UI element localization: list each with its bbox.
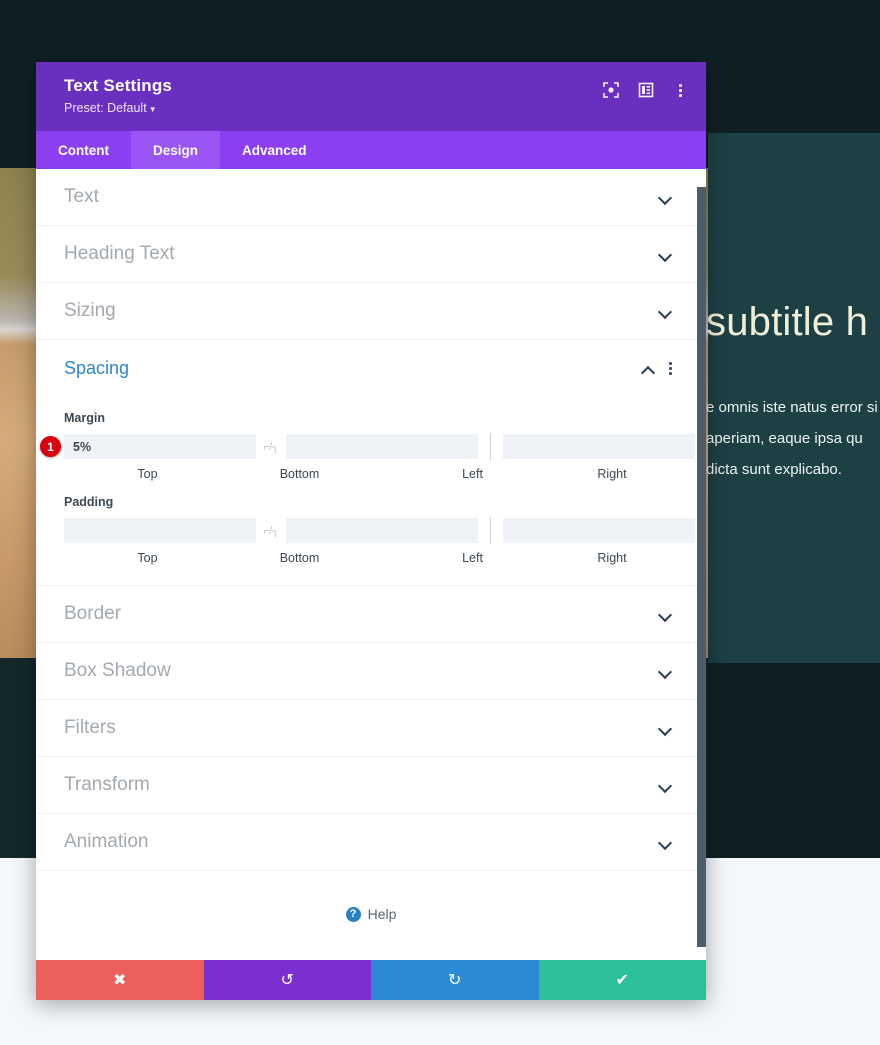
page-title: Text Settings [64,76,173,95]
undo-icon: ↺ [280,972,294,989]
margin-left-label: Left [462,467,483,481]
layout-icon[interactable] [638,82,654,98]
focus-icon[interactable] [603,82,620,99]
margin-label: Margin [64,411,105,425]
field-divider [490,517,491,544]
tab-design[interactable]: Design [131,131,221,169]
accordion-section-sizing[interactable]: Sizing [36,283,706,340]
bg-body-line: aperiam, eaque ipsa qu [706,430,863,447]
modal-header-actions [603,82,688,99]
cancel-button[interactable]: ✖ [36,960,204,1000]
padding-fields: ⌐/┐ ⌐/┐ [64,517,706,544]
accordion-section-animation[interactable]: Animation [36,814,706,871]
redo-button[interactable]: ↻ [371,960,539,1000]
label-gap [368,467,393,481]
accordion-section-box-shadow[interactable]: Box Shadow [36,643,706,700]
padding-left-label: Left [462,551,483,565]
padding-top-bottom-pair: ⌐/┐ [64,518,478,543]
redo-icon: ↻ [448,972,462,989]
chevron-down-icon: ▼ [148,105,157,114]
save-button[interactable]: ✔ [538,960,706,1000]
accordion-label: Heading Text [64,243,175,264]
chevron-down-icon[interactable] [659,667,672,675]
accordion-label: Animation [64,831,149,852]
help-label: Help [367,906,397,922]
accordion-label: Text [64,186,99,207]
bg-subtitle-heading: subtitle h [706,300,869,344]
modal-scrollbar[interactable] [697,169,706,960]
padding-bottom-input[interactable] [286,518,478,543]
modal-header: Text Settings Preset: Default ▼ [36,62,706,131]
margin-left-right-pair: ⌐/┐ [503,434,706,459]
accordion-label: Border [64,603,122,624]
padding-top-label: Top [137,551,158,565]
chevron-down-icon[interactable] [659,193,672,201]
check-icon: ✔ [615,972,629,989]
chevron-down-icon[interactable] [659,250,672,258]
accordion-section-heading-text[interactable]: Heading Text [36,226,706,283]
accordion-section-border[interactable]: Border [36,586,706,643]
close-icon: ✖ [113,972,127,989]
margin-bottom-input[interactable] [286,434,478,459]
margin-bottom-label: Bottom [279,467,320,481]
accordion-section-filters[interactable]: Filters [36,700,706,757]
accordion-section-transform[interactable]: Transform [36,757,706,814]
padding-field-labels: Top Bottom Left Right [64,551,672,565]
unlink-icon[interactable]: ⌐/┐ [256,525,286,537]
padding-bottom-label: Bottom [279,551,320,565]
bg-body-line: dicta sunt explicabo. [706,461,842,478]
padding-left-input[interactable] [503,518,695,543]
accordion-label: Sizing [64,300,116,321]
section-options-icon[interactable] [669,362,672,375]
chevron-down-icon[interactable] [659,724,672,732]
accordion-section-text[interactable]: Text [36,169,706,226]
margin-fields: 1 ⌐/┐ ⌐/┐ [40,433,706,460]
status-badge: 1 [40,436,61,457]
accordion-label: Filters [64,717,116,738]
chevron-down-icon[interactable] [659,307,672,315]
bg-body-text: e omnis iste natus error si aperiam, eaq… [706,392,880,485]
label-gap [368,551,393,565]
padding-top-input[interactable] [64,518,256,543]
accordion-label: Box Shadow [64,660,171,681]
scrollbar-thumb[interactable] [697,187,706,947]
bg-body-line: e omnis iste natus error si [706,399,878,416]
chevron-down-icon[interactable] [659,838,672,846]
margin-top-bottom-pair: ⌐/┐ [64,434,478,459]
preset-label: Preset: Default [64,101,147,115]
unlink-icon[interactable]: ⌐/┐ [256,441,286,453]
more-options-icon[interactable] [673,82,688,99]
modal-tabs: Content Design Advanced [36,131,706,169]
padding-left-right-pair: ⌐/┐ [503,518,706,543]
chevron-up-icon[interactable] [642,365,655,373]
modal-body: Text Heading Text Sizing Spacing Margin … [36,169,706,960]
padding-right-label: Right [597,551,627,565]
modal-footer: ✖ ↺ ↻ ✔ [36,960,706,1000]
margin-right-label: Right [597,467,627,481]
accordion-section-spacing[interactable]: Spacing [36,340,706,397]
accordion-label: Spacing [64,358,130,378]
tab-advanced[interactable]: Advanced [220,131,329,169]
help-icon: ? [345,906,361,922]
spacing-section-body: Margin 1 ⌐/┐ ⌐/┐ Top Bottom L [36,397,706,586]
accordion-label: Transform [64,774,150,795]
undo-button[interactable]: ↺ [203,960,371,1000]
margin-top-label: Top [137,467,158,481]
text-settings-modal: Text Settings Preset: Default ▼ Content … [36,62,706,1000]
margin-field-labels: Top Bottom Left Right [64,467,672,481]
margin-left-input[interactable] [503,434,695,459]
padding-label: Padding [64,495,114,509]
field-divider [490,433,491,460]
tab-content[interactable]: Content [36,131,131,169]
preset-selector[interactable]: Preset: Default ▼ [64,101,684,115]
help-link[interactable]: ? Help [36,871,706,957]
bg-teal-section-right-lower [708,663,880,858]
chevron-down-icon[interactable] [659,610,672,618]
margin-top-input[interactable] [64,434,256,459]
chevron-down-icon[interactable] [659,781,672,789]
